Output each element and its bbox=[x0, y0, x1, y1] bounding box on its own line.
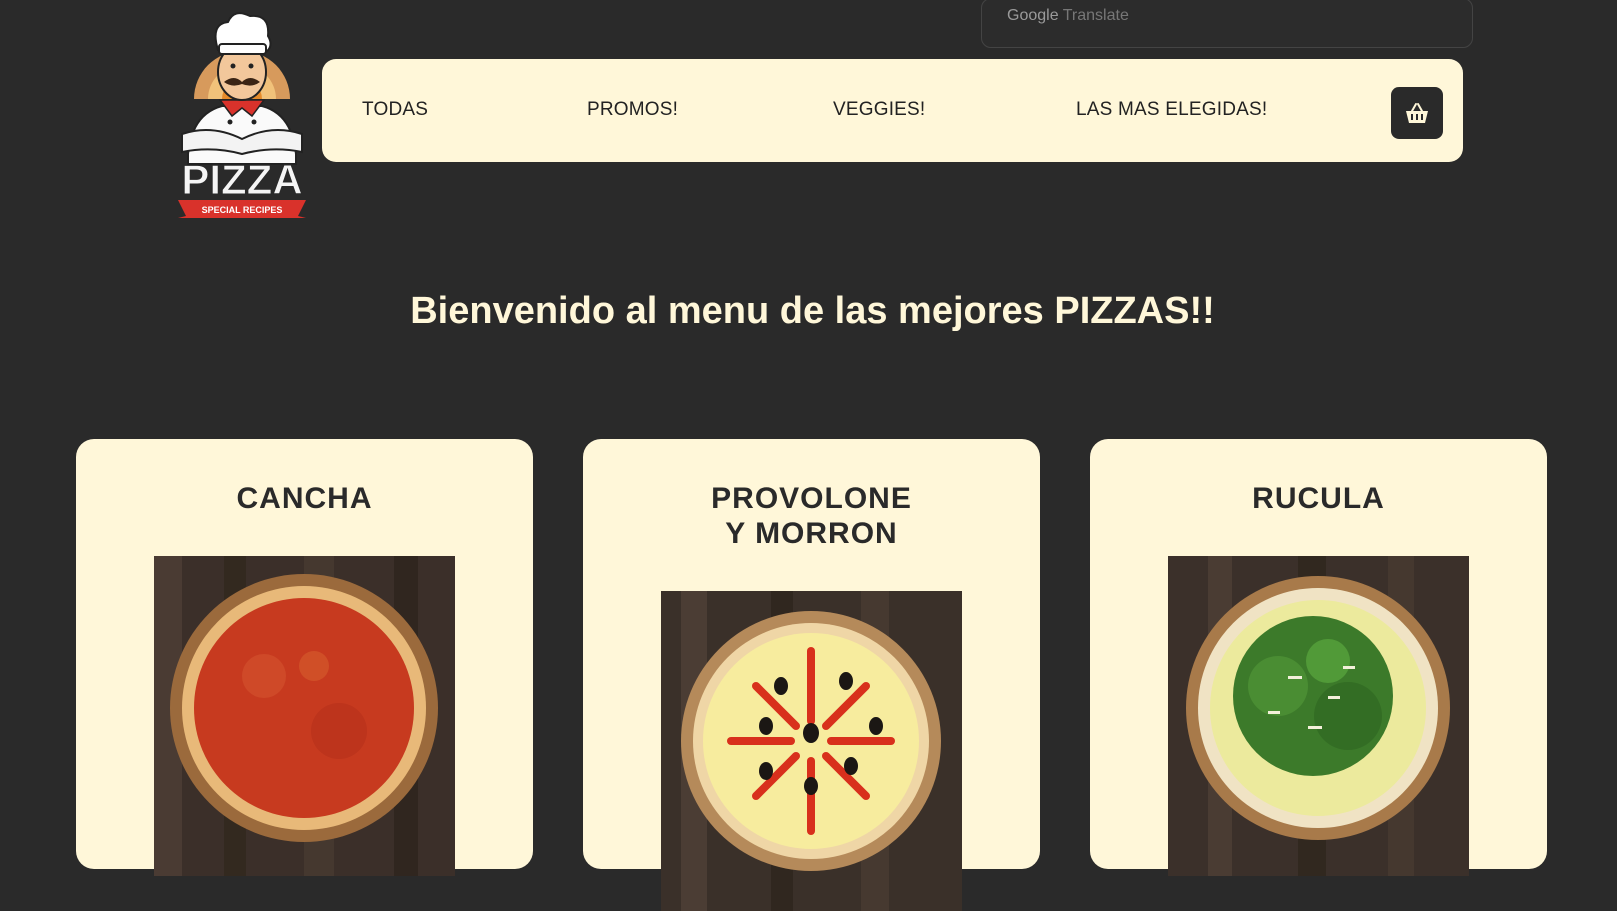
nav-link-todas[interactable]: TODAS bbox=[362, 99, 428, 121]
pizza-rucula-image bbox=[1168, 556, 1469, 876]
product-title: PROVOLONE Y MORRON bbox=[711, 482, 912, 550]
google-translate-widget[interactable]: Google Translate bbox=[981, 0, 1473, 48]
nav-link-promos[interactable]: PROMOS! bbox=[587, 99, 678, 121]
pizza-chef-logo[interactable]: PIZZA SPECIAL RECIPES bbox=[172, 4, 312, 224]
page-title: Bienvenido al menu de las mejores PIZZAS… bbox=[410, 290, 1215, 332]
product-card-cancha[interactable]: CANCHA bbox=[76, 439, 533, 876]
nav-link-veggies[interactable]: VEGGIES! bbox=[833, 99, 925, 121]
google-translate-label: Translate bbox=[1062, 7, 1129, 24]
main-navbar: TODAS PROMOS! VEGGIES! LAS MAS ELEGIDAS! bbox=[322, 59, 1463, 162]
logo-ribbon-text: SPECIAL RECIPES bbox=[202, 205, 283, 215]
logo-pizza-word: PIZZA bbox=[181, 156, 302, 203]
chef-logo-graphic: PIZZA SPECIAL RECIPES bbox=[178, 12, 306, 218]
product-title: RUCULA bbox=[1252, 482, 1385, 515]
basket-icon bbox=[1406, 103, 1428, 123]
pizza-cancha-image bbox=[154, 556, 455, 876]
google-translate-brand: Google bbox=[1007, 7, 1059, 24]
pizza-provolone-morron-image bbox=[661, 591, 962, 911]
product-card-provolone-morron[interactable]: PROVOLONE Y MORRON bbox=[583, 439, 1040, 911]
product-title: CANCHA bbox=[236, 482, 373, 515]
cart-button[interactable] bbox=[1391, 87, 1443, 139]
product-card-rucula[interactable]: RUCULA bbox=[1090, 439, 1547, 876]
nav-link-mas-elegidas[interactable]: LAS MAS ELEGIDAS! bbox=[1076, 99, 1267, 121]
